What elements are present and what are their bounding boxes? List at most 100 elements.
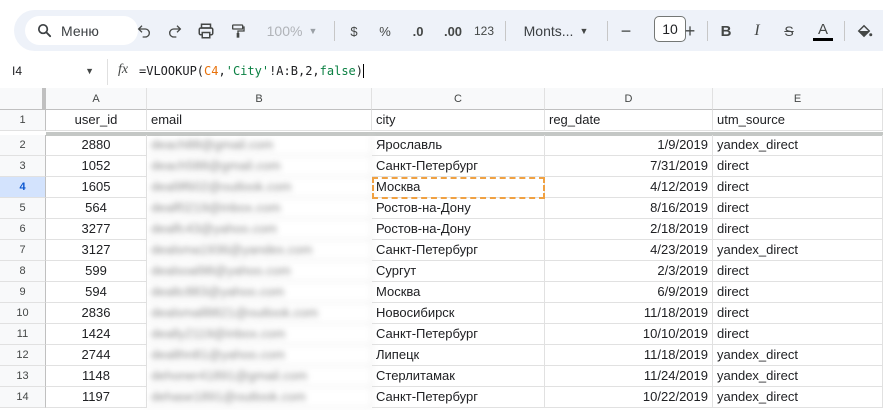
- cell-a[interactable]: 1197: [46, 387, 147, 408]
- cell-b[interactable]: dehoner41891@gmail.com: [147, 366, 372, 387]
- select-all-corner[interactable]: [0, 88, 46, 110]
- cell-c[interactable]: Санкт-Петербург: [372, 240, 545, 261]
- strikethrough-button[interactable]: S: [779, 19, 799, 43]
- row-number[interactable]: 11: [0, 324, 46, 345]
- cell-e[interactable]: direct: [713, 324, 883, 345]
- column-header-e[interactable]: E: [713, 88, 883, 110]
- redo-button[interactable]: [163, 19, 187, 43]
- italic-button[interactable]: I: [747, 19, 767, 43]
- cell-d[interactable]: 11/24/2019: [545, 366, 713, 387]
- row-number[interactable]: 5: [0, 198, 46, 219]
- cell-a[interactable]: 1052: [46, 156, 147, 177]
- cell-c[interactable]: Санкт-Петербург: [372, 156, 545, 177]
- cell-c[interactable]: Москва: [372, 177, 545, 198]
- cell-a[interactable]: 3277: [46, 219, 147, 240]
- cell-c[interactable]: Москва: [372, 282, 545, 303]
- row-number[interactable]: 12: [0, 345, 46, 366]
- column-header-a[interactable]: A: [46, 88, 147, 110]
- zoom-select[interactable]: 100% ▼: [260, 19, 324, 43]
- row-number[interactable]: 6: [0, 219, 46, 240]
- row-number[interactable]: 9: [0, 282, 46, 303]
- cell-d[interactable]: 6/9/2019: [545, 282, 713, 303]
- cell-a[interactable]: 3127: [46, 240, 147, 261]
- cell-e[interactable]: yandex_direct: [713, 387, 883, 408]
- cell-d[interactable]: 1/9/2019: [545, 135, 713, 156]
- row-number[interactable]: 2: [0, 135, 46, 156]
- bold-button[interactable]: B: [716, 19, 736, 43]
- cell-d[interactable]: 11/18/2019: [545, 303, 713, 324]
- cell-a[interactable]: 2744: [46, 345, 147, 366]
- row-number[interactable]: 4: [0, 177, 46, 198]
- cell-c[interactable]: Санкт-Петербург: [372, 324, 545, 345]
- cell-d[interactable]: 8/16/2019: [545, 198, 713, 219]
- row-number[interactable]: 8: [0, 261, 46, 282]
- currency-button[interactable]: $: [344, 19, 364, 43]
- row-number[interactable]: 1: [0, 110, 46, 131]
- name-box[interactable]: I4 ▼: [12, 64, 102, 82]
- print-button[interactable]: [194, 19, 218, 43]
- cell-c[interactable]: Ярославль: [372, 135, 545, 156]
- percent-button[interactable]: %: [375, 19, 395, 43]
- cell-b[interactable]: deal9f602@outlook.com: [147, 177, 372, 198]
- cell-b[interactable]: dealfc43@yahoo.com: [147, 219, 372, 240]
- cell-a[interactable]: 599: [46, 261, 147, 282]
- cell-a[interactable]: 594: [46, 282, 147, 303]
- cell-d[interactable]: 4/12/2019: [545, 177, 713, 198]
- cell-e[interactable]: direct: [713, 219, 883, 240]
- fill-color-button[interactable]: [853, 19, 875, 43]
- cell-b[interactable]: dehase1891@outlook.com: [147, 387, 372, 408]
- decrease-decimal-button[interactable]: .0: [406, 19, 430, 43]
- cell-d[interactable]: 7/31/2019: [545, 156, 713, 177]
- cell-e[interactable]: direct: [713, 303, 883, 324]
- cell-a[interactable]: 564: [46, 198, 147, 219]
- cell-b[interactable]: deally2119@inbox.com: [147, 324, 372, 345]
- cell-b[interactable]: dealsoal98@yahoo.com: [147, 261, 372, 282]
- cell-c[interactable]: Сургут: [372, 261, 545, 282]
- cell-header[interactable]: reg_date: [545, 110, 713, 131]
- cell-a[interactable]: 2880: [46, 135, 147, 156]
- cell-e[interactable]: direct: [713, 156, 883, 177]
- row-number[interactable]: 13: [0, 366, 46, 387]
- cell-b[interactable]: deach588@gmail.com: [147, 156, 372, 177]
- cell-d[interactable]: 10/10/2019: [545, 324, 713, 345]
- paint-format-button[interactable]: [226, 19, 250, 43]
- font-size-decrease-button[interactable]: −: [616, 19, 636, 43]
- cell-header[interactable]: utm_source: [713, 110, 883, 131]
- cell-e[interactable]: yandex_direct: [713, 240, 883, 261]
- font-size-increase-button[interactable]: +: [680, 19, 700, 43]
- more-formats-button[interactable]: 123: [471, 19, 497, 43]
- cell-a[interactable]: 1424: [46, 324, 147, 345]
- cell-d[interactable]: 4/23/2019: [545, 240, 713, 261]
- column-header-c[interactable]: C: [372, 88, 545, 110]
- cell-c[interactable]: Стерлитамак: [372, 366, 545, 387]
- cell-d[interactable]: 10/22/2019: [545, 387, 713, 408]
- cell-b[interactable]: dealsmall8821@outlook.com: [147, 303, 372, 324]
- cell-c[interactable]: Ростов-на-Дону: [372, 198, 545, 219]
- spreadsheet-grid[interactable]: A B C D E 1 user_id email city reg_date …: [0, 88, 883, 410]
- cell-b[interactable]: deach88@gmail.com: [147, 135, 372, 156]
- cell-b[interactable]: dealsma1936@yandex.com: [147, 240, 372, 261]
- cell-c[interactable]: Санкт-Петербург: [372, 387, 545, 408]
- cell-header[interactable]: email: [147, 110, 372, 131]
- cell-b[interactable]: dealf0219@inbox.com: [147, 198, 372, 219]
- cell-b[interactable]: dealtc883@yahoo.com: [147, 282, 372, 303]
- cell-c[interactable]: Ростов-на-Дону: [372, 219, 545, 240]
- menu-search-button[interactable]: Меню: [25, 16, 138, 45]
- column-header-d[interactable]: D: [545, 88, 713, 110]
- cell-e[interactable]: direct: [713, 261, 883, 282]
- cell-a[interactable]: 1605: [46, 177, 147, 198]
- cell-e[interactable]: yandex_direct: [713, 135, 883, 156]
- cell-header[interactable]: city: [372, 110, 545, 131]
- cell-c[interactable]: Новосибирск: [372, 303, 545, 324]
- cell-e[interactable]: direct: [713, 282, 883, 303]
- formula-input[interactable]: =VLOOKUP(C4,'City'!A:B,2,false): [139, 64, 365, 78]
- row-number[interactable]: 10: [0, 303, 46, 324]
- cell-c[interactable]: Липецк: [372, 345, 545, 366]
- cell-a[interactable]: 1148: [46, 366, 147, 387]
- cell-a[interactable]: 2836: [46, 303, 147, 324]
- increase-decimal-button[interactable]: .00: [438, 19, 468, 43]
- cell-d[interactable]: 2/3/2019: [545, 261, 713, 282]
- cell-e[interactable]: yandex_direct: [713, 366, 883, 387]
- undo-button[interactable]: [132, 19, 156, 43]
- font-select[interactable]: Monts... ▼: [514, 19, 598, 43]
